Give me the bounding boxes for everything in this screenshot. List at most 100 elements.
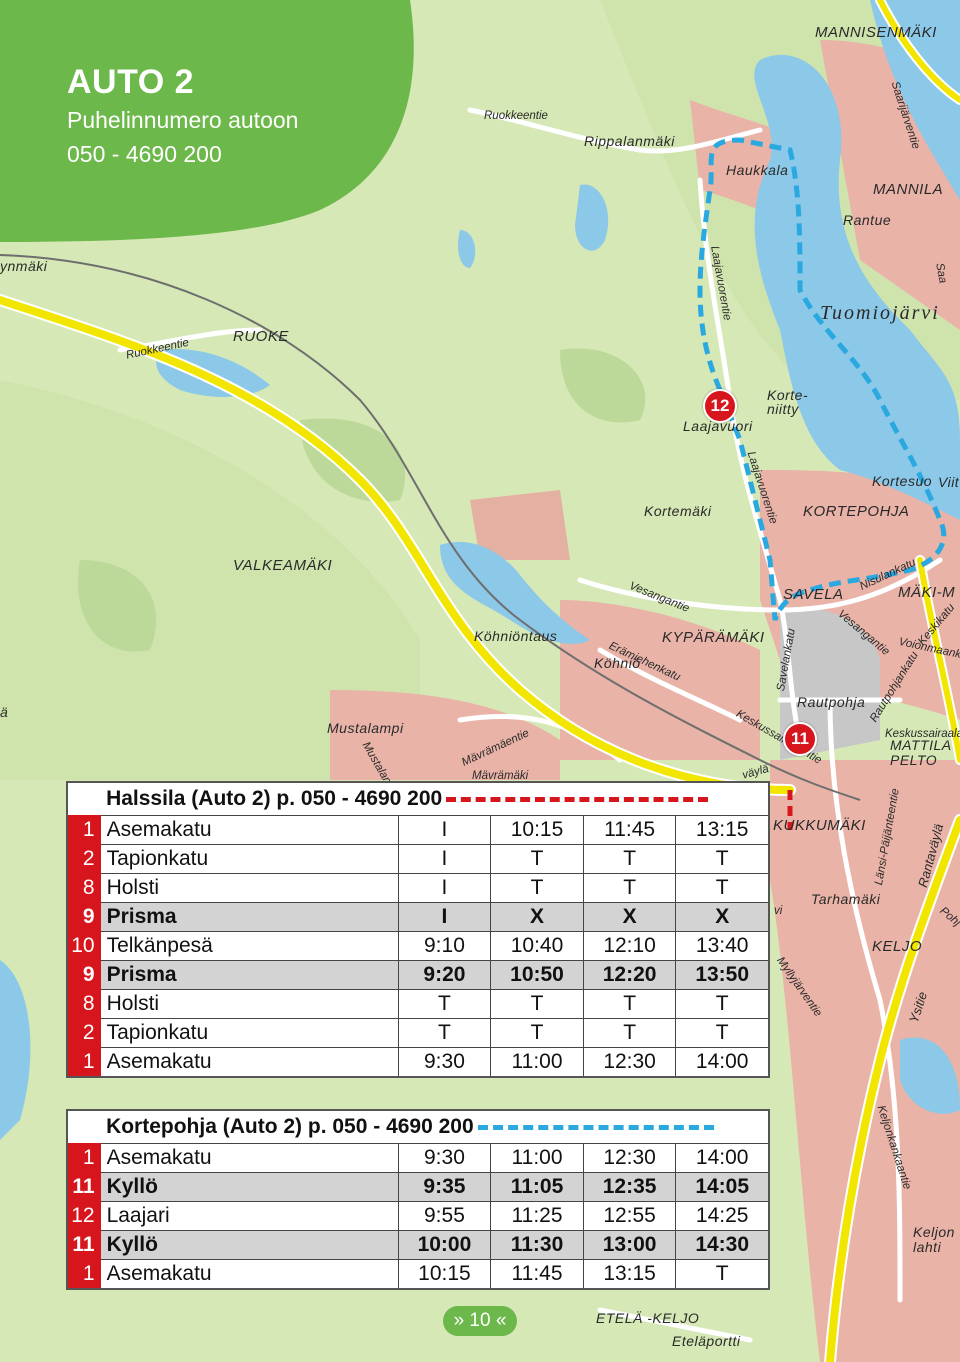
place-haukkala: Haukkala [726, 162, 789, 178]
table-row: 2 Tapionkatu T T T T [66, 1018, 770, 1048]
stop-marker-11[interactable]: 11 [783, 722, 817, 756]
departure-time: 10:15 [397, 1259, 492, 1290]
stop-number: 9 [66, 960, 101, 990]
departure-time: T [582, 873, 677, 903]
place-kohnio: Köhniö [594, 655, 641, 671]
phone-label: Puhelinnumero autoon [67, 107, 299, 133]
stop-number: 12 [66, 1201, 101, 1231]
stop-number: 8 [66, 989, 101, 1019]
place-maki-m: MÄKI-M [898, 584, 956, 601]
stop-number: 11 [66, 1230, 101, 1260]
place-valkeamaki: VALKEAMÄKI [233, 557, 333, 574]
stop-name: Prisma [99, 960, 399, 990]
stop-number: 2 [66, 844, 101, 874]
departure-time: 9:30 [397, 1047, 492, 1078]
departure-time: 11:45 [582, 815, 677, 845]
stop-number: 9 [66, 902, 101, 932]
departure-time: 12:20 [582, 960, 677, 990]
departure-time: 12:35 [582, 1172, 677, 1202]
departure-time: 9:55 [397, 1201, 492, 1231]
departure-time: 10:00 [397, 1230, 492, 1260]
departure-time: 10:50 [490, 960, 584, 990]
route-title: AUTO 2 [67, 63, 195, 101]
departure-time: T [582, 1018, 677, 1048]
place-tarhamaki: Tarhamäki [811, 891, 881, 907]
stop-number: 1 [66, 1143, 101, 1173]
stop-name: Asemakatu [99, 815, 399, 845]
timetable-header: Halssila (Auto 2) p. 050 - 4690 200 [67, 782, 769, 816]
departure-time: T [675, 844, 770, 874]
departure-time: 13:15 [675, 815, 770, 845]
departure-time: 10:40 [490, 931, 584, 961]
stop-marker-12[interactable]: 12 [703, 389, 737, 423]
departure-time: 14:30 [675, 1230, 770, 1260]
route-line-legend-blue [477, 1124, 714, 1130]
timetable-title: Halssila (Auto 2) p. 050 - 4690 200 [106, 787, 443, 810]
table-row: 1 Asemakatu 9:30 11:00 12:30 14:00 [66, 1143, 770, 1173]
departure-time: 13:50 [675, 960, 770, 990]
stop-number: 1 [66, 815, 101, 845]
departure-time: 14:00 [675, 1143, 770, 1173]
stop-name: Holsti [99, 873, 399, 903]
departure-time: I [397, 902, 492, 932]
departure-time: T [490, 873, 584, 903]
departure-time: 11:00 [490, 1047, 584, 1078]
place-mannila: MANNILA [873, 181, 944, 198]
stop-name: Laajari [99, 1201, 399, 1231]
place-kortesuo: Kortesuo [872, 473, 933, 489]
departure-time: T [675, 989, 770, 1019]
stop-number: 10 [66, 931, 101, 961]
stop-number: 1 [66, 1047, 101, 1078]
stop-name: Asemakatu [99, 1259, 399, 1290]
stop-name: Kyllö [99, 1230, 399, 1260]
departure-time: 14:25 [675, 1201, 770, 1231]
timetable-kortepohja: Kortepohja (Auto 2) p. 050 - 4690 200 1 A… [66, 1109, 770, 1290]
place-keljo: KELJO [872, 938, 923, 955]
departure-time: T [397, 1018, 492, 1048]
table-row: 11 Kyllö 9:35 11:05 12:35 14:05 [66, 1172, 770, 1202]
place-mannisenmaki: MANNISENMÄKI [815, 24, 937, 41]
departure-time: 11:45 [490, 1259, 584, 1290]
timetable-header: Kortepohja (Auto 2) p. 050 - 4690 200 [67, 1110, 769, 1144]
departure-time: 14:00 [675, 1047, 770, 1078]
departure-time: 12:10 [582, 931, 677, 961]
table-row: 12 Laajari 9:55 11:25 12:55 14:25 [66, 1201, 770, 1231]
stop-number: 8 [66, 873, 101, 903]
departure-time: T [582, 844, 677, 874]
place-viit: Viit [938, 474, 960, 490]
table-row: 9 Prisma I X X X [66, 902, 770, 932]
street-vi: vi [774, 905, 783, 917]
departure-time: 9:30 [397, 1143, 492, 1173]
departure-time: 10:15 [490, 815, 584, 845]
departure-time: 12:30 [582, 1143, 677, 1173]
stop-name: Prisma [99, 902, 399, 932]
phone-number: 050 - 4690 200 [67, 141, 222, 167]
route-line-legend-red [446, 796, 709, 802]
place-rantue: Rantue [843, 212, 892, 228]
place-kukkumaki: KUKKUMÄKI [773, 817, 866, 834]
timetable-title: Kortepohja (Auto 2) p. 050 - 4690 200 [106, 1115, 474, 1138]
departure-time: 11:30 [490, 1230, 584, 1260]
place-kyparamaki: KYPÄRÄMÄKI [662, 629, 765, 646]
departure-time: 9:35 [397, 1172, 492, 1202]
place-etela-keljo: ETELÄ -KELJO [596, 1310, 700, 1326]
departure-time: T [490, 1018, 584, 1048]
place-savela: SAVELA [783, 586, 844, 603]
table-row: 1 Asemakatu I 10:15 11:45 13:15 [66, 815, 770, 845]
departure-time: 9:20 [397, 960, 492, 990]
departure-time: I [397, 815, 492, 845]
table-row: 10 Telkänpesä 9:10 10:40 12:10 13:40 [66, 931, 770, 961]
departure-time: I [397, 873, 492, 903]
table-row: 8 Holsti T T T T [66, 989, 770, 1019]
place-ynmaki: ynmäki [0, 258, 48, 274]
table-row: 2 Tapionkatu I T T T [66, 844, 770, 874]
stop-name: Tapionkatu [99, 844, 399, 874]
place-mustalampi: Mustalampi [327, 720, 404, 736]
departure-time: T [582, 989, 677, 1019]
departure-time: 9:10 [397, 931, 492, 961]
departure-time: 13:15 [582, 1259, 677, 1290]
table-row: 11 Kyllö 10:00 11:30 13:00 14:30 [66, 1230, 770, 1260]
stop-name: Tapionkatu [99, 1018, 399, 1048]
departure-time: T [675, 873, 770, 903]
stop-number: 11 [66, 1172, 101, 1202]
